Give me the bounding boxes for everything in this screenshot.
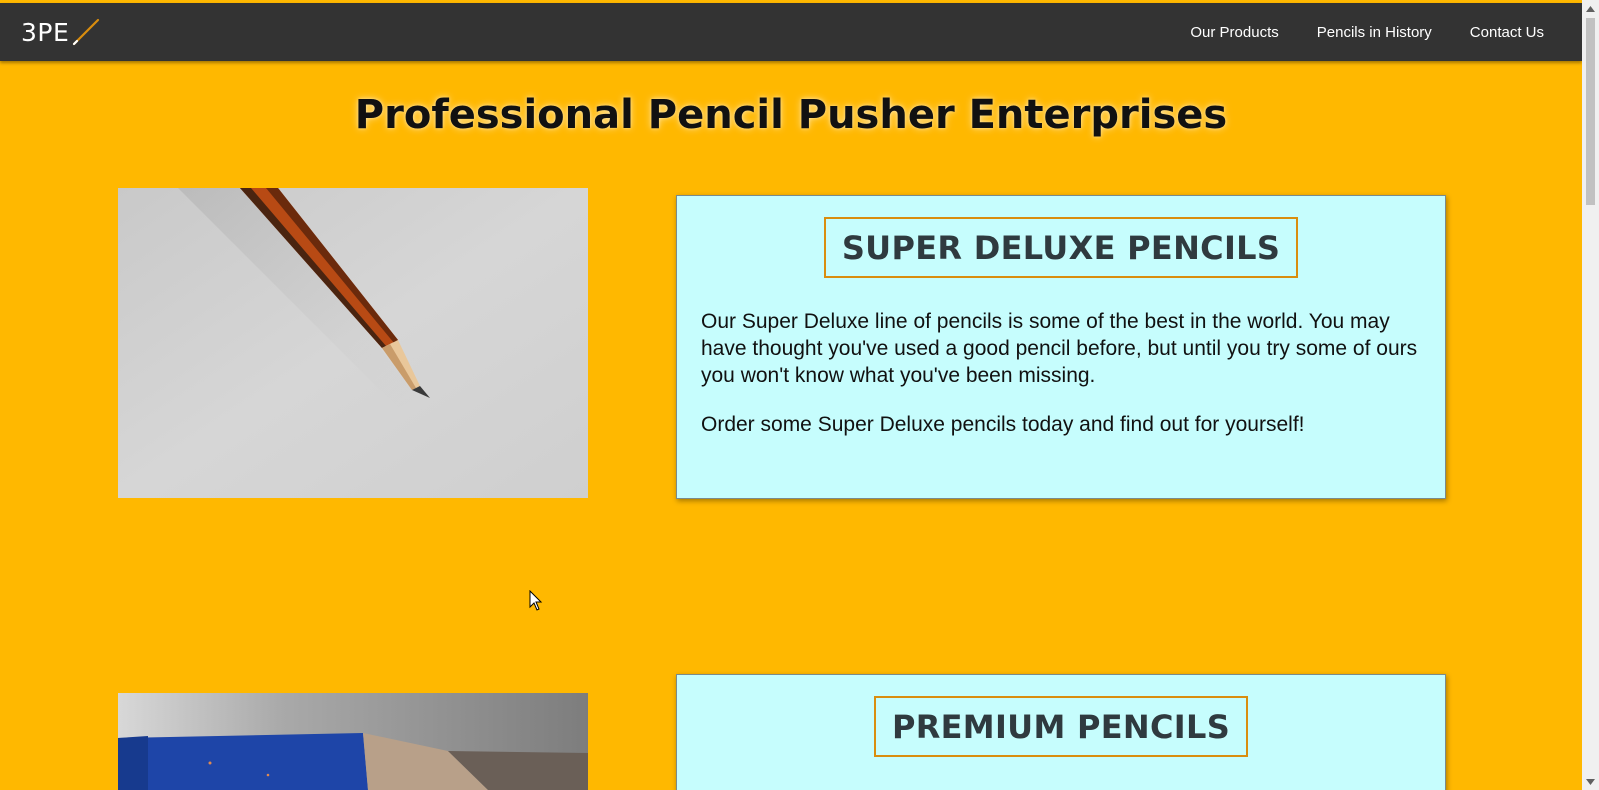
card-paragraph: Order some Super Deluxe pencils today an… <box>701 413 1305 436</box>
nav-link-our-products[interactable]: Our Products <box>1190 24 1278 41</box>
scrollbar-thumb[interactable] <box>1586 18 1595 205</box>
super-deluxe-pencil-image <box>118 188 588 498</box>
premium-card: PREMIUM PENCILS <box>676 674 1446 790</box>
card-title: PREMIUM PENCILS <box>873 696 1249 757</box>
premium-pencil-image <box>118 693 588 790</box>
mouse-cursor-icon <box>529 590 543 611</box>
card-paragraph: Our Super Deluxe line of pencils is some… <box>701 310 1418 387</box>
nav-link-contact-us[interactable]: Contact Us <box>1470 24 1544 41</box>
page-title: Professional Pencil Pusher Enterprises <box>354 92 1228 138</box>
vertical-scrollbar[interactable] <box>1582 0 1599 790</box>
site-logo[interactable]: 3PE <box>21 17 101 47</box>
scroll-up-arrow-icon[interactable] <box>1582 0 1599 17</box>
scroll-down-arrow-icon[interactable] <box>1582 773 1599 790</box>
card-body: Our Super Deluxe line of pencils is some… <box>677 278 1445 438</box>
pencil-logo-icon <box>73 18 100 46</box>
super-deluxe-card: SUPER DELUXE PENCILS Our Super Deluxe li… <box>676 195 1446 499</box>
logo-text: 3PE <box>21 17 70 47</box>
card-title: SUPER DELUXE PENCILS <box>823 217 1299 278</box>
nav-link-pencils-in-history[interactable]: Pencils in History <box>1317 24 1432 41</box>
top-navbar: 3PE Our Products Pencils in History Cont… <box>0 3 1582 61</box>
main-nav: Our Products Pencils in History Contact … <box>1152 3 1544 61</box>
page: 3PE Our Products Pencils in History Cont… <box>0 0 1582 790</box>
